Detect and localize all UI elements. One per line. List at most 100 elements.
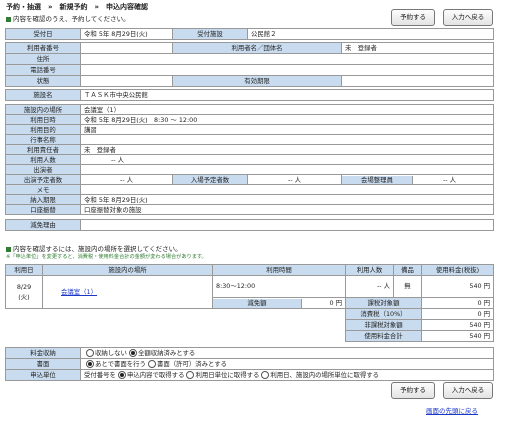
datetime-label: 利用日時 xyxy=(5,114,81,125)
address-label: 住所 xyxy=(5,53,81,65)
staff-label: 会場整理員 xyxy=(342,175,413,184)
document-label: 書面 xyxy=(5,358,81,370)
fee-place-cell: 会議室（1） xyxy=(42,275,213,309)
select-place-notice: 内容を確認するには、施設内の場所を選択してください。 xyxy=(6,243,182,253)
confirm-notice: 内容を確認のうえ、予約してください。 xyxy=(6,13,130,23)
radio-unit-date-place[interactable] xyxy=(261,370,270,379)
total-amount: 540 円 xyxy=(421,330,494,342)
expiry xyxy=(341,75,494,87)
user-name: 未 登録者 xyxy=(341,42,494,54)
expiry-label: 有効期限 xyxy=(172,75,342,87)
fee-header-fee: 使用料金(税抜) xyxy=(421,264,494,276)
fee-people: -- 人 xyxy=(345,275,394,298)
tax-amount: 0 円 xyxy=(421,308,494,320)
fee-equip: 無 xyxy=(393,275,422,298)
performers-count-label: 出演予定者数 xyxy=(5,174,81,185)
radio-full-collect[interactable] xyxy=(128,348,137,357)
radio-document-done[interactable] xyxy=(147,359,156,368)
people-label: 利用人数 xyxy=(5,154,81,165)
reserve-button-top[interactable]: 予約する xyxy=(391,9,435,26)
address xyxy=(80,53,494,65)
taxable-amount: 0 円 xyxy=(421,297,494,309)
fee-weekday: (火) xyxy=(18,293,30,301)
event-label: 行事名称 xyxy=(5,134,81,145)
back-button-bottom[interactable]: 入力へ戻る xyxy=(443,382,493,399)
fee-date: 8/29 xyxy=(16,283,32,291)
purpose-label: 利用目的 xyxy=(5,124,81,135)
user-name-label: 利用者名／団体名 xyxy=(172,42,342,54)
staff: -- 人 xyxy=(443,175,457,184)
reservation-table: 施設名 ＴＡＳＫ市中央公民館 施設内の場所 会議室（1） 利用日時 令和 5年 8月2… xyxy=(5,89,494,231)
datetime: 令和 5年 8月29日(火) 8:30 ～ 12:00 xyxy=(80,114,494,125)
people: -- 人 xyxy=(80,154,494,165)
visitors: -- 人 xyxy=(247,174,342,185)
options-table: 料金収納 収納しない 全額収納済みとする 書面 あとで書面を行う 書面（許可）済みとする… xyxy=(5,347,494,381)
performer-label: 出演者 xyxy=(5,164,81,175)
unit-label: 申込単位 xyxy=(5,369,81,381)
visitors-label: 入場予定者数 xyxy=(172,174,248,185)
accept-facility-label: 受付施設 xyxy=(172,28,248,40)
fee-header-date: 利用日 xyxy=(5,264,43,276)
fee-header-people: 利用人数 xyxy=(345,264,394,276)
place-label: 施設内の場所 xyxy=(5,104,81,115)
transfer: 口座振替対象の施設 xyxy=(80,204,494,215)
total-label: 使用料金合計 xyxy=(345,330,422,342)
bullet-icon xyxy=(6,246,11,252)
pay-deadline: 令和 5年 8月29日(火) xyxy=(80,194,494,205)
tax-label: 消費税（10%） xyxy=(345,308,422,320)
bullet-icon xyxy=(6,16,11,22)
fee-table: 利用日 施設内の場所 利用時間 利用人数 備品 使用料金(税抜) 8/29 (火) 会議室（… xyxy=(5,264,494,342)
user-no-label: 利用者番号 xyxy=(5,42,81,54)
applicant-table: 受付日 令和 5年 8月29日(火) 受付施設 公民館２ 利用者番号 利用者名／団体名未… xyxy=(5,28,494,87)
nontaxable-label: 非課税対象額 xyxy=(345,319,422,331)
purpose: 講習 xyxy=(80,124,494,135)
radio-no-collect[interactable] xyxy=(86,348,94,357)
breadcrumb: 予約・抽選 » 新規予約 » 申込内容確認 xyxy=(6,3,149,11)
radio-unit-application[interactable] xyxy=(117,370,126,379)
fee-header-place: 施設内の場所 xyxy=(42,264,213,276)
reduction-amount: 0 円 xyxy=(329,298,343,307)
table-row: 8/29 (火) 会議室（1） 8:30～12:00 -- 人 無 540 円 xyxy=(5,275,494,309)
fee-time: 8:30～12:00 xyxy=(212,275,346,298)
unit-change-notice: ※「申込単位」を変更すると、消費税・使用料金合計の金額が変わる場合があります。 xyxy=(6,254,207,260)
responsible: 未 登録者 xyxy=(80,144,494,155)
reduction-label: 減免額 xyxy=(213,298,302,308)
fee-collect-options: 収納しない 全額収納済みとする xyxy=(80,347,494,359)
radio-document-later[interactable] xyxy=(86,359,94,368)
memo-label: メモ xyxy=(5,184,81,195)
phone-label: 電話番号 xyxy=(5,64,81,76)
back-button-top[interactable]: 入力へ戻る xyxy=(443,9,493,26)
fee-amount: 540 円 xyxy=(421,275,494,298)
accept-facility: 公民館２ xyxy=(247,28,494,40)
cancel-reason-label: 減免理由 xyxy=(5,219,81,231)
fee-header-equip: 備品 xyxy=(393,264,422,276)
status xyxy=(80,75,173,87)
back-to-top-link[interactable]: 画面の先頭に戻る xyxy=(426,405,478,415)
phone xyxy=(80,64,494,76)
memo xyxy=(80,184,494,195)
reduction-cell: 減免額 0 円 xyxy=(212,297,346,309)
user-no xyxy=(80,42,173,54)
pay-deadline-label: 納入期限 xyxy=(5,194,81,205)
fee-date-cell: 8/29 (火) xyxy=(5,275,43,309)
accept-date: 令和 5年 8月29日(火) xyxy=(80,28,173,40)
unit-options: 受付番号を 申込内容で取得する 利用日単位に取得する 利用日、施設内の場所単位に取得す… xyxy=(80,369,494,381)
transfer-label: 口座振替 xyxy=(5,204,81,215)
fee-header-time: 利用時間 xyxy=(212,264,346,276)
facility-name-label: 施設名 xyxy=(5,89,81,101)
radio-unit-date[interactable] xyxy=(186,370,195,379)
responsible-label: 利用責任者 xyxy=(5,144,81,155)
document-options: あとで書面を行う 書面（許可）済みとする xyxy=(80,358,494,370)
performers-count: -- 人 xyxy=(80,174,173,185)
cancel-reason xyxy=(80,219,494,231)
facility-name: ＴＡＳＫ市中央公民館 xyxy=(80,89,494,101)
nontaxable-amount: 540 円 xyxy=(421,319,494,331)
place-link[interactable]: 会議室（1） xyxy=(61,288,97,296)
staff-cell: 会場整理員 -- 人 xyxy=(341,174,494,185)
fee-collect-label: 料金収納 xyxy=(5,347,81,359)
accept-date-label: 受付日 xyxy=(5,28,81,40)
taxable-label: 課税対象額 xyxy=(345,297,422,309)
place: 会議室（1） xyxy=(80,104,494,115)
reserve-button-bottom[interactable]: 予約する xyxy=(391,382,435,399)
event xyxy=(80,134,494,145)
